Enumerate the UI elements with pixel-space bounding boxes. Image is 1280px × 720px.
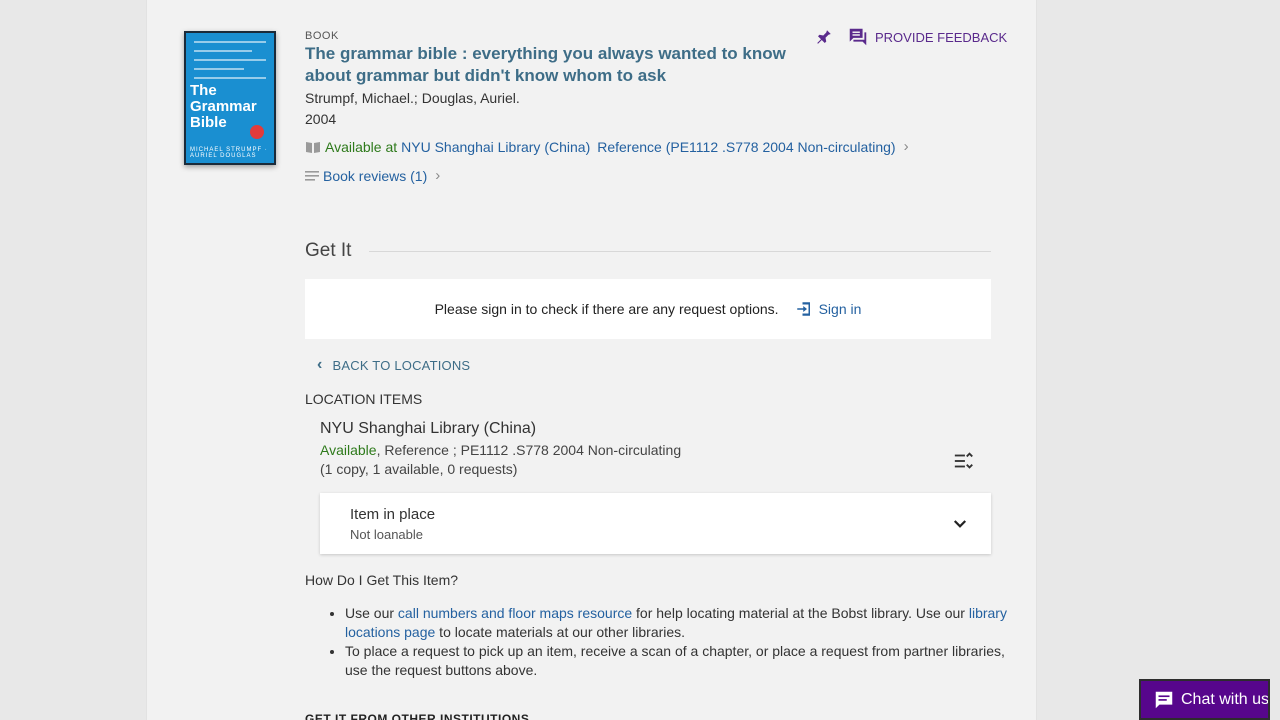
record-panel: The Grammar Bible MICHAEL STRUMPF · AURI… <box>146 0 1037 720</box>
back-to-locations-button[interactable]: ‹ BACK TO LOCATIONS <box>317 356 470 374</box>
item-policy: Not loanable <box>350 527 423 542</box>
location-copies: (1 copy, 1 available, 0 requests) <box>320 461 518 477</box>
chevron-down-icon[interactable] <box>951 515 969 533</box>
cover-text-lines <box>194 41 266 86</box>
list-icon <box>305 170 319 181</box>
availability-location: Reference (PE1112 .S778 2004 Non-circula… <box>597 138 896 155</box>
record-year: 2004 <box>305 111 337 127</box>
chat-label: Chat with us <box>1181 690 1270 708</box>
help-item: To place a request to pick up an item, r… <box>345 642 1015 680</box>
feedback-icon[interactable] <box>847 26 869 48</box>
record-actions: PROVIDE FEEDBACK <box>815 26 1007 48</box>
cover-authors: MICHAEL STRUMPF · AURIEL DOUGLAS <box>190 147 268 159</box>
sign-in-label: Sign in <box>818 301 862 317</box>
chevron-right-icon: › <box>435 167 441 184</box>
signin-prompt: Please sign in to check if there are any… <box>434 301 779 317</box>
chevron-right-icon: › <box>903 138 909 155</box>
other-institutions-heading: GET IT FROM OTHER INSTITUTIONS <box>305 712 530 720</box>
section-divider <box>369 251 991 252</box>
chevron-left-icon: ‹ <box>317 356 323 373</box>
chat-button[interactable]: Chat with us <box>1139 679 1270 720</box>
book-reviews-label: Book reviews (1) <box>323 167 428 184</box>
book-open-icon <box>306 141 320 153</box>
help-list: Use our call numbers and floor maps reso… <box>305 604 1015 680</box>
book-reviews-link[interactable]: Book reviews (1) › <box>305 167 440 184</box>
availability-link[interactable]: Available at NYU Shanghai Library (China… <box>305 138 909 155</box>
help-text: to locate materials at our other librari… <box>435 624 686 640</box>
item-row[interactable]: Item in place Not loanable <box>320 493 991 554</box>
item-status: Item in place <box>350 506 436 523</box>
location-callnumber: , Reference ; PE1112 .S778 2004 Non-circ… <box>376 442 682 458</box>
location-items-label: LOCATION ITEMS <box>305 391 423 407</box>
filter-list-icon[interactable] <box>953 450 975 472</box>
get-it-heading: Get It <box>305 240 352 261</box>
availability-library: NYU Shanghai Library (China) <box>401 138 591 155</box>
help-item: Use our call numbers and floor maps reso… <box>345 604 1015 642</box>
resource-type-label: BOOK <box>305 30 339 42</box>
sign-in-icon <box>796 302 810 316</box>
cover-title: The Grammar Bible <box>190 82 257 131</box>
record-title-link[interactable]: The grammar bible : everything you alway… <box>305 43 835 87</box>
location-status: Available <box>320 442 377 458</box>
back-to-locations-label: BACK TO LOCATIONS <box>332 357 471 373</box>
availability-status: Available at <box>325 138 398 155</box>
pin-icon[interactable] <box>815 28 833 46</box>
book-cover-image[interactable]: The Grammar Bible MICHAEL STRUMPF · AURI… <box>184 31 276 165</box>
how-to-get-heading: How Do I Get This Item? <box>305 572 459 588</box>
record-authors: Strumpf, Michael.; Douglas, Auriel. <box>305 90 520 106</box>
help-text: Use our <box>345 605 398 621</box>
help-text: for help locating material at the Bobst … <box>632 605 969 621</box>
provide-feedback-button[interactable]: PROVIDE FEEDBACK <box>875 30 1007 45</box>
cover-badge <box>250 125 264 139</box>
signin-panel: Please sign in to check if there are any… <box>305 279 991 339</box>
chat-icon <box>1155 691 1173 708</box>
location-name: NYU Shanghai Library (China) <box>320 420 537 437</box>
call-numbers-link[interactable]: call numbers and floor maps resource <box>398 605 632 621</box>
sign-in-button[interactable]: Sign in <box>795 300 862 318</box>
location-detail: Available, Reference ; PE1112 .S778 2004… <box>320 442 681 458</box>
